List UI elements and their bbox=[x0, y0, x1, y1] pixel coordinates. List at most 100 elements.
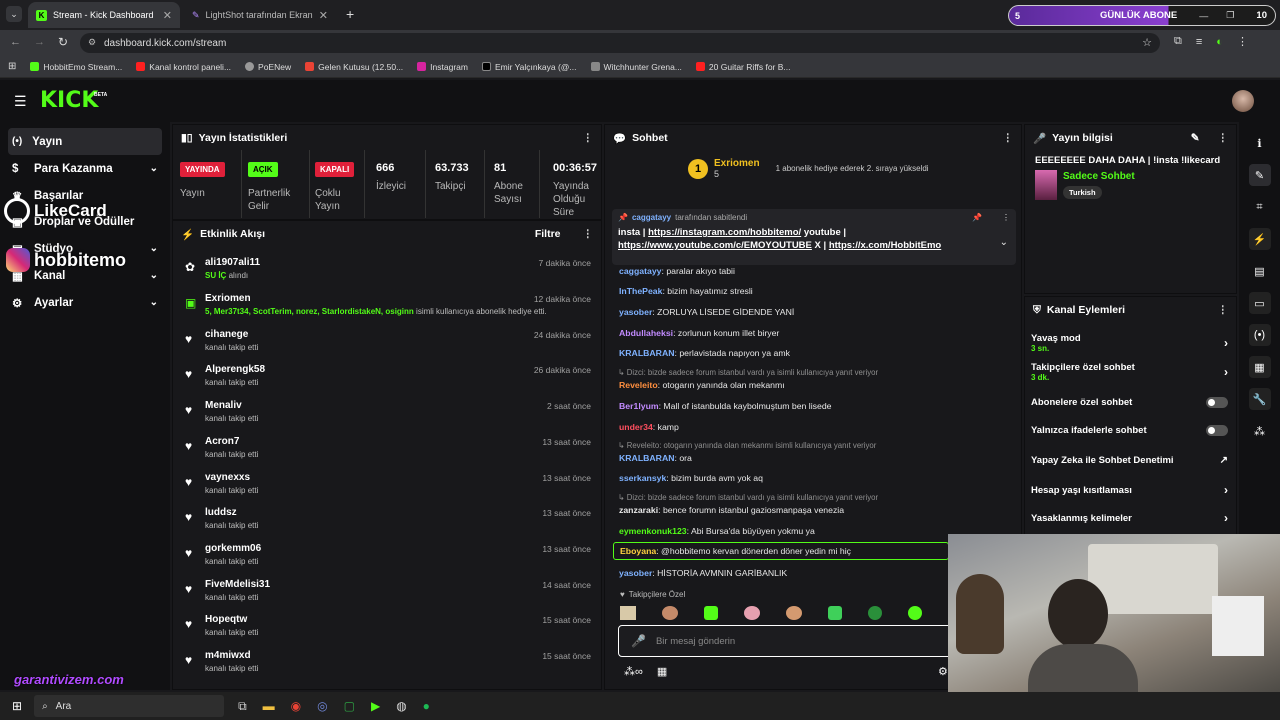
edit-rail-icon[interactable]: ✎ bbox=[1248, 164, 1271, 186]
chat-username[interactable]: sserkansyk bbox=[619, 473, 666, 483]
extensions-icon[interactable]: ⧉ bbox=[1174, 35, 1182, 48]
mod-rail-icon[interactable]: ▦ bbox=[1248, 356, 1271, 378]
chat-username[interactable]: KRALBARAN bbox=[619, 348, 675, 358]
url-field[interactable]: ⚙ dashboard.kick.com/stream ☆ bbox=[80, 33, 1160, 53]
channel-action-item[interactable]: Yavaş mod 3 sn. › bbox=[1031, 329, 1240, 357]
emote-icon[interactable] bbox=[908, 606, 922, 620]
event-user[interactable]: FiveMdelisi31 bbox=[205, 579, 270, 590]
more-icon[interactable]: ⋮ bbox=[1003, 132, 1014, 144]
bookmark-kanal-kontrol[interactable]: Kanal kontrol paneli... bbox=[136, 62, 231, 72]
channel-action-item[interactable]: Abonelere özel sohbet bbox=[1031, 388, 1240, 416]
browser-menu-icon[interactable]: ⋮ bbox=[1237, 35, 1248, 48]
mic-icon[interactable]: 🎤 bbox=[631, 634, 646, 648]
chat-settings-icon[interactable]: ⚙ bbox=[938, 665, 948, 678]
doc-rail-icon[interactable]: ▤ bbox=[1249, 260, 1271, 282]
discord-icon[interactable]: ◎ bbox=[317, 699, 327, 713]
toggle-switch[interactable] bbox=[1206, 424, 1228, 436]
chat-username[interactable]: eymenkonuk123 bbox=[619, 526, 687, 536]
chevron-right-icon[interactable]: › bbox=[1224, 365, 1228, 379]
emote-icon[interactable] bbox=[786, 606, 802, 620]
maximize-icon[interactable]: ❐ bbox=[1226, 10, 1234, 21]
crop-rail-icon[interactable]: ⌗ bbox=[1249, 196, 1271, 218]
gifter-name[interactable]: Exriomen bbox=[714, 158, 760, 169]
emote-icon[interactable] bbox=[868, 606, 882, 620]
pinned-link[interactable]: https://www.youtube.com/c/EMOYOUTUBE bbox=[618, 240, 812, 251]
stream-category[interactable]: Sadece Sohbet bbox=[1063, 171, 1135, 182]
channel-action-item[interactable]: Yalnızca ifadelerle sohbet bbox=[1031, 416, 1240, 444]
event-user[interactable]: ali1907ali11 bbox=[205, 257, 260, 268]
chat-username[interactable]: Abdullaheksi bbox=[619, 328, 673, 338]
expand-icon[interactable]: ⌄ bbox=[1000, 237, 1008, 248]
pinned-link[interactable]: https://x.com/HobbitEmo bbox=[829, 240, 941, 251]
close-tab-icon[interactable]: ✕ bbox=[319, 9, 328, 22]
event-user[interactable]: cihanege bbox=[205, 329, 248, 340]
back-icon[interactable]: ← bbox=[10, 36, 21, 48]
file-explorer-icon[interactable]: ▬ bbox=[263, 699, 275, 713]
tab-lightshot[interactable]: ✎ LightShot tarafından Ekran Gör... ✕ bbox=[184, 2, 336, 28]
taskbar-search[interactable]: ⌕ Ara bbox=[34, 695, 225, 717]
new-tab-button[interactable]: + bbox=[346, 6, 354, 22]
chat-username[interactable]: Ber1lyum bbox=[619, 401, 659, 411]
bookmark-instagram[interactable]: Instagram bbox=[417, 62, 468, 72]
pinned-link[interactable]: https://instagram.com/hobbitemo/ bbox=[648, 227, 801, 238]
xbox-icon[interactable]: ▢ bbox=[344, 699, 355, 713]
sidebar-item-para-kazanma[interactable]: $ Para Kazanma ⌄ bbox=[0, 155, 170, 182]
event-user[interactable]: gorkemm06 bbox=[205, 543, 261, 554]
event-user[interactable]: vaynexxs bbox=[205, 472, 250, 483]
spotify-icon[interactable]: ● bbox=[423, 699, 430, 713]
star-icon[interactable]: ☆ bbox=[1142, 36, 1152, 49]
chat-username[interactable]: Eboyana bbox=[620, 546, 656, 556]
emote-icon[interactable] bbox=[620, 606, 636, 620]
hamburger-menu-icon[interactable]: ☰ bbox=[14, 93, 27, 110]
chat-username[interactable]: KRALBARAN bbox=[619, 453, 675, 463]
chat-username[interactable]: yasober bbox=[619, 307, 652, 317]
more-icon[interactable]: ⋮ bbox=[1002, 213, 1010, 222]
sidebar-item-ayarlar[interactable]: ⚙ Ayarlar ⌄ bbox=[0, 289, 170, 316]
external-link-icon[interactable]: ↗ bbox=[1220, 455, 1228, 466]
channel-action-item[interactable]: Yapay Zeka ile Sohbet Denetimi ↗ bbox=[1031, 446, 1240, 474]
bookmark-hobbitemo[interactable]: HobbitEmo Stream... bbox=[30, 62, 122, 72]
filter-button[interactable]: Filtre bbox=[535, 228, 561, 240]
edit-icon[interactable]: ✎ bbox=[1191, 132, 1200, 144]
chevron-right-icon[interactable]: › bbox=[1224, 336, 1228, 350]
emote-icon[interactable] bbox=[828, 606, 842, 620]
chat-username[interactable]: yasober bbox=[619, 568, 652, 578]
mod-tools-icon[interactable]: ⁂∞ bbox=[624, 665, 643, 678]
emote-icon[interactable] bbox=[704, 606, 718, 620]
more-icon[interactable]: ⋮ bbox=[583, 228, 594, 240]
chat-username[interactable]: zanzaraki bbox=[619, 505, 658, 515]
event-user[interactable]: Acron7 bbox=[205, 436, 239, 447]
profile-icon[interactable]: ◐ bbox=[1216, 36, 1223, 48]
event-user[interactable]: m4miwxd bbox=[205, 650, 251, 661]
bookmark-gmail[interactable]: Gelen Kutusu (12.50... bbox=[305, 62, 403, 72]
chat-input[interactable]: 🎤 Bir mesaj gönderin bbox=[618, 625, 958, 657]
chrome-icon[interactable]: ◉ bbox=[291, 699, 301, 713]
channel-action-item[interactable]: Hesap yaşı kısıtlaması › bbox=[1031, 476, 1240, 504]
store-icon[interactable]: ▦ bbox=[657, 665, 667, 678]
media-icon[interactable]: ≡ bbox=[1196, 36, 1202, 48]
chat-username[interactable]: caggatayy bbox=[619, 266, 662, 276]
obs-icon[interactable]: ◍ bbox=[396, 699, 406, 713]
sidebar-item-yayin[interactable]: (•) Yayın bbox=[8, 128, 162, 155]
chat-username[interactable]: under34 bbox=[619, 422, 653, 432]
kick-logo[interactable]: KICK bbox=[40, 88, 98, 113]
chevron-right-icon[interactable]: › bbox=[1224, 483, 1228, 497]
channel-action-item[interactable]: Takipçilere özel sohbet 3 dk. › bbox=[1031, 358, 1240, 386]
emote-icon[interactable] bbox=[662, 606, 678, 620]
event-user[interactable]: Menaliv bbox=[205, 400, 242, 411]
stream-tag[interactable]: Turkish bbox=[1063, 186, 1102, 199]
site-info-icon[interactable]: ⚙ bbox=[88, 37, 96, 48]
chat-username[interactable]: InThePeak bbox=[619, 286, 662, 296]
pinned-user[interactable]: caggatayy bbox=[632, 213, 671, 222]
bookmark-guitar[interactable]: 20 Guitar Riffs for B... bbox=[695, 62, 791, 72]
toggle-switch[interactable] bbox=[1206, 396, 1228, 408]
emote-icon[interactable] bbox=[744, 606, 760, 620]
task-view-icon[interactable]: ⧉ bbox=[238, 699, 247, 714]
event-user[interactable]: luddsz bbox=[205, 507, 237, 518]
apps-rail-icon[interactable]: ⁂ bbox=[1249, 420, 1271, 442]
event-user[interactable]: Alperengk58 bbox=[205, 364, 265, 375]
chevron-right-icon[interactable]: › bbox=[1224, 511, 1228, 525]
bolt-rail-icon[interactable]: ⚡ bbox=[1248, 228, 1271, 250]
more-icon[interactable]: ⋮ bbox=[1218, 304, 1229, 316]
forward-icon[interactable]: → bbox=[34, 36, 45, 48]
